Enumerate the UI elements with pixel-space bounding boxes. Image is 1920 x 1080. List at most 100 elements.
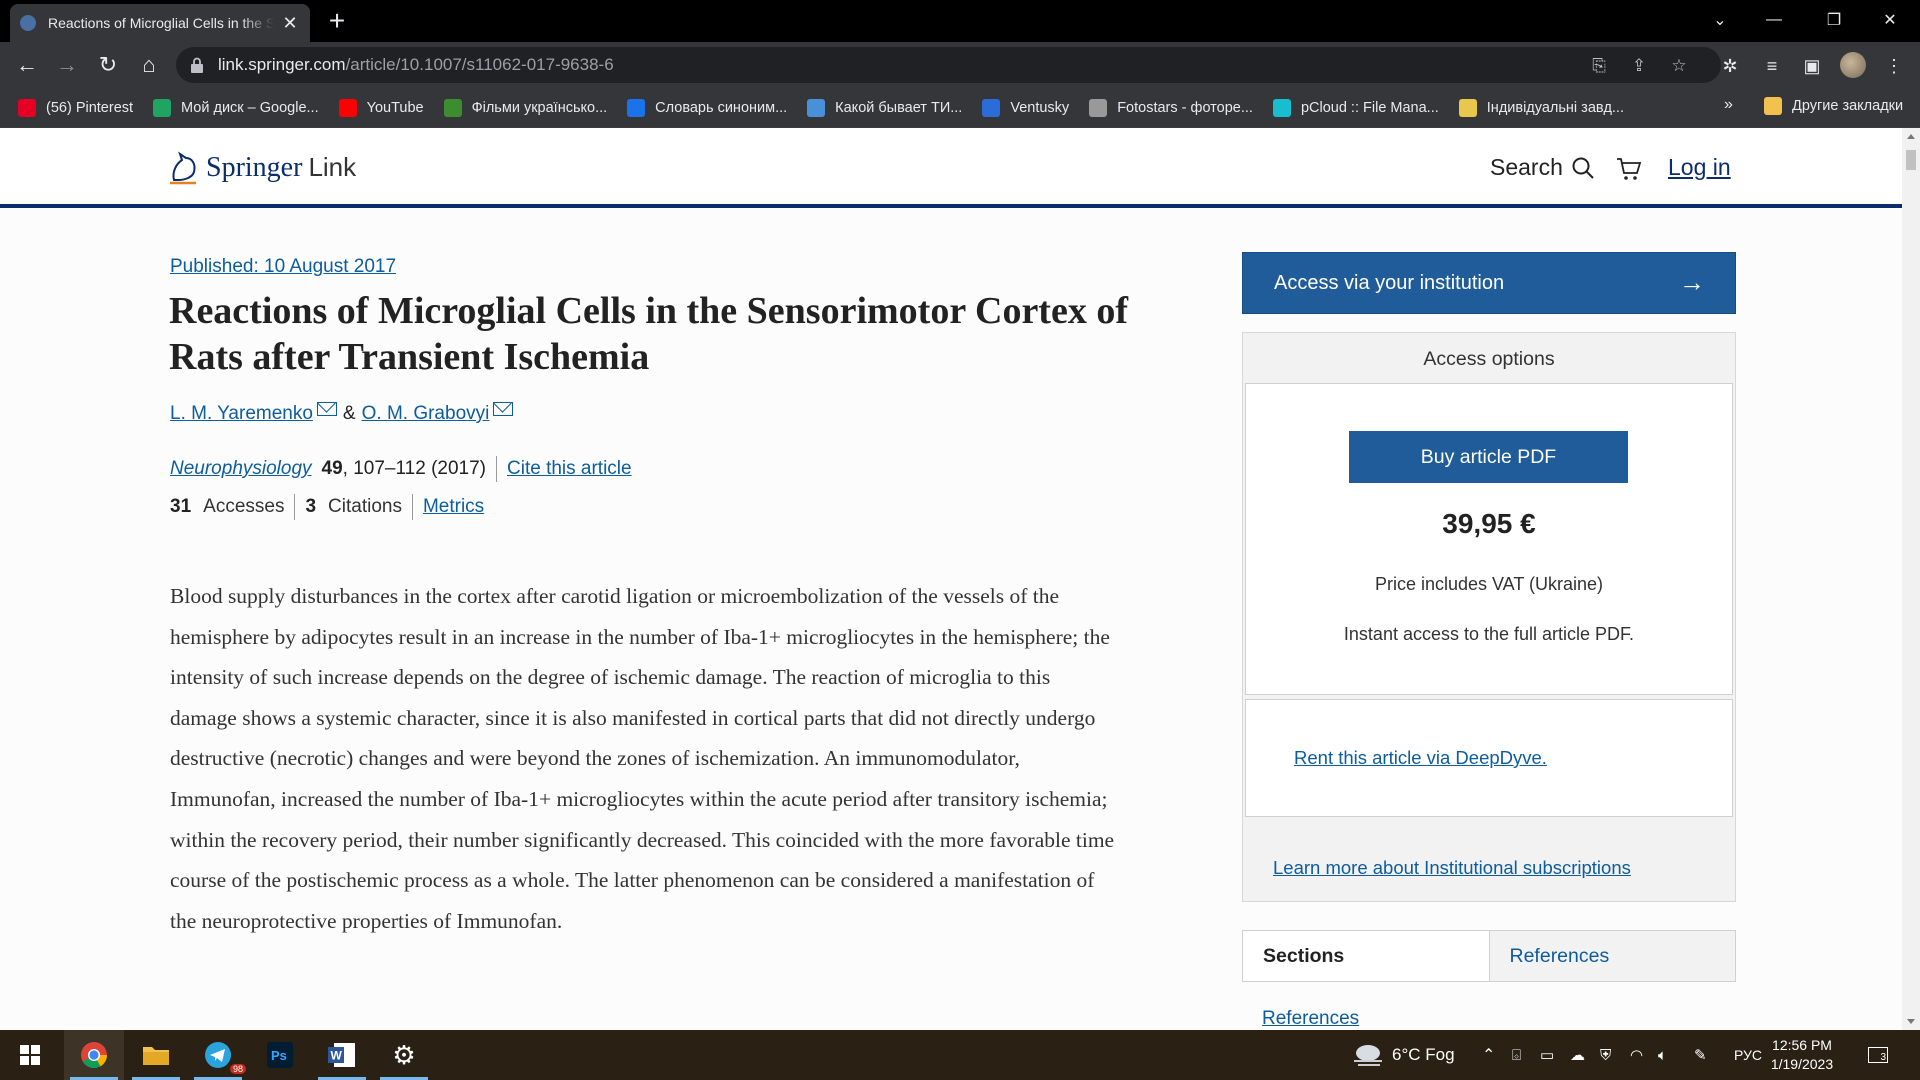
search-icon xyxy=(1572,157,1594,179)
divider xyxy=(294,494,296,520)
page-scrollbar[interactable] xyxy=(1902,128,1920,1030)
email-icon[interactable] xyxy=(493,402,514,416)
extensions-icon[interactable]: ✲ xyxy=(1718,54,1742,78)
bookmark-item[interactable]: Індивідуальні завд... xyxy=(1458,98,1624,117)
url-text: link.springer.com/article/10.1007/s11062… xyxy=(218,55,614,74)
vat-note: Price includes VAT (Ukraine) xyxy=(1374,574,1604,594)
taskbar-word[interactable]: W xyxy=(312,1030,372,1080)
journal-link[interactable]: Neurophysiology xyxy=(170,458,312,480)
tab-sections[interactable]: Sections xyxy=(1243,931,1489,981)
scroll-thumb[interactable] xyxy=(1906,150,1916,170)
bookmark-label: Ventusky xyxy=(1010,99,1070,116)
divider xyxy=(496,456,497,482)
taskbar-telegram[interactable]: 98 xyxy=(188,1030,248,1080)
bookmark-item[interactable]: Какой бывает ТИ... xyxy=(807,98,962,117)
springer-favicon-icon xyxy=(20,15,36,31)
back-icon[interactable]: ← xyxy=(12,50,42,80)
profile-avatar[interactable] xyxy=(1840,52,1866,78)
tray-onedrive-icon[interactable]: ☁ xyxy=(1570,1030,1585,1080)
tab-close-icon[interactable]: ✕ xyxy=(280,13,300,34)
access-via-institution-button[interactable]: Access via your institution → xyxy=(1242,252,1736,314)
bookmark-item[interactable]: Словарь синоним... xyxy=(627,98,787,117)
author-link-grabovyi[interactable]: O. M. Grabovyi xyxy=(362,403,490,425)
bookmark-item[interactable]: Ventusky xyxy=(982,98,1070,117)
tab-search-chevron-icon[interactable]: ⌄ xyxy=(1692,0,1748,40)
translate-icon[interactable]: ⎘ xyxy=(1588,55,1610,77)
journal-pages-year: , 107–112 (2017) xyxy=(342,458,486,479)
cite-article-link[interactable]: Cite this article xyxy=(507,458,632,480)
window-close-icon[interactable]: ✕ xyxy=(1862,0,1918,40)
accesses-count: 31 xyxy=(170,496,192,517)
taskbar-photoshop[interactable]: Ps xyxy=(250,1030,310,1080)
restore-icon[interactable]: ❐ xyxy=(1806,0,1862,40)
tray-security-icon[interactable]: ⛨ xyxy=(1600,1030,1611,1080)
header-search-button[interactable]: Search xyxy=(1490,154,1595,181)
share-icon[interactable]: ⇪ xyxy=(1628,55,1650,77)
references-section-link[interactable]: References xyxy=(1262,1008,1359,1030)
tray-volume-icon[interactable]: 🔈︎ xyxy=(1658,1030,1667,1080)
bookmark-item[interactable]: pCloud :: File Mana... xyxy=(1272,98,1439,117)
scroll-up-arrow-icon[interactable] xyxy=(1907,134,1915,139)
new-tab-plus-icon[interactable]: + xyxy=(322,6,352,36)
tray-usb-icon[interactable]: ⌺ xyxy=(1512,1030,1521,1080)
svg-text:W: W xyxy=(331,1049,343,1063)
author-link-yaremenko[interactable]: L. M. Yaremenko xyxy=(170,403,313,425)
site-header: Springer Link Search Log in xyxy=(0,128,1902,208)
start-button[interactable] xyxy=(0,1030,60,1080)
bookmark-star-icon[interactable]: ☆ xyxy=(1668,55,1690,77)
rent-deepdyve-link[interactable]: Rent this article via DeepDyve. xyxy=(1294,747,1547,769)
notification-center-icon[interactable]: 3 xyxy=(1868,1030,1888,1080)
show-hidden-icons-icon[interactable]: ⌃ xyxy=(1482,1030,1495,1080)
google-drive-icon xyxy=(153,98,172,117)
forward-icon[interactable]: → xyxy=(52,50,82,80)
logo-word: Springer xyxy=(206,152,303,183)
published-date-link[interactable]: Published: 10 August 2017 xyxy=(170,256,396,278)
minimize-icon[interactable]: — xyxy=(1746,0,1802,40)
springerlink-logo[interactable]: Springer Link xyxy=(168,150,356,186)
telegram-unread-badge: 98 xyxy=(229,1064,246,1074)
cart-icon[interactable] xyxy=(1616,156,1642,182)
sections-references-tabs: Sections References xyxy=(1242,930,1736,982)
access-options-panel: Access options Buy article PDF 39,95 € P… xyxy=(1242,332,1736,902)
input-language[interactable]: РУС xyxy=(1734,1030,1762,1080)
reload-icon[interactable]: ↻ xyxy=(93,50,123,80)
clock-time: 12:56 PM xyxy=(1772,1037,1832,1053)
tray-battery-icon[interactable]: ▭ xyxy=(1540,1030,1554,1080)
browser-menu-icon[interactable]: ⋮ xyxy=(1882,54,1906,78)
bookmark-item[interactable]: (56) Pinterest xyxy=(18,98,133,117)
home-icon[interactable]: ⌂ xyxy=(134,50,164,80)
clock-date: 1/19/2023 xyxy=(1770,1056,1834,1072)
weather-widget[interactable]: 6°C Fog xyxy=(1350,1030,1455,1080)
tray-wifi-icon[interactable]: ◠ xyxy=(1630,1030,1643,1080)
taskbar-file-explorer[interactable] xyxy=(126,1030,186,1080)
metrics-link[interactable]: Metrics xyxy=(423,496,484,518)
institutional-subscriptions-link[interactable]: Learn more about Institutional subscript… xyxy=(1273,857,1631,879)
youtube-icon xyxy=(338,98,357,117)
author-separator: & xyxy=(342,403,356,424)
side-panel-icon[interactable]: ▣ xyxy=(1800,54,1824,78)
system-clock[interactable]: 12:56 PM 1/19/2023 xyxy=(1762,1036,1842,1074)
instant-access-note: Instant access to the full article PDF. xyxy=(1343,624,1635,644)
browser-tab-active[interactable]: Reactions of Microglial Cells in the Sen… xyxy=(10,4,310,42)
bookmarks-overflow-chevron-icon[interactable]: » xyxy=(1724,96,1733,114)
access-options-heading: Access options xyxy=(1423,348,1555,370)
fotostars-icon xyxy=(1089,98,1108,117)
bookmark-item[interactable]: YouTube xyxy=(338,98,424,117)
tab-references[interactable]: References xyxy=(1488,931,1735,981)
bookmark-item[interactable]: Мой диск – Google... xyxy=(153,98,319,117)
bookmark-item[interactable]: Фільми українсько... xyxy=(443,98,607,117)
folder-icon xyxy=(143,1047,169,1065)
bookmark-item[interactable]: Fotostars - фоторе... xyxy=(1089,98,1253,117)
taskbar-settings[interactable]: ⚙ xyxy=(374,1030,434,1080)
other-bookmarks-folder[interactable]: Другие закладки xyxy=(1764,97,1903,115)
address-bar[interactable]: link.springer.com/article/10.1007/s11062… xyxy=(176,47,1721,83)
tray-pen-icon[interactable]: ✎ xyxy=(1694,1030,1707,1080)
access-institution-label: Access via your institution xyxy=(1274,271,1505,294)
media-queue-icon[interactable]: ≡ xyxy=(1760,54,1784,78)
taskbar-chrome[interactable] xyxy=(64,1030,124,1080)
login-link[interactable]: Log in xyxy=(1668,154,1731,181)
bookmark-label: pCloud :: File Mana... xyxy=(1300,99,1439,116)
scroll-down-arrow-icon[interactable] xyxy=(1907,1019,1915,1024)
buy-article-pdf-button[interactable]: Buy article PDF xyxy=(1349,431,1628,483)
email-icon[interactable] xyxy=(316,402,337,416)
